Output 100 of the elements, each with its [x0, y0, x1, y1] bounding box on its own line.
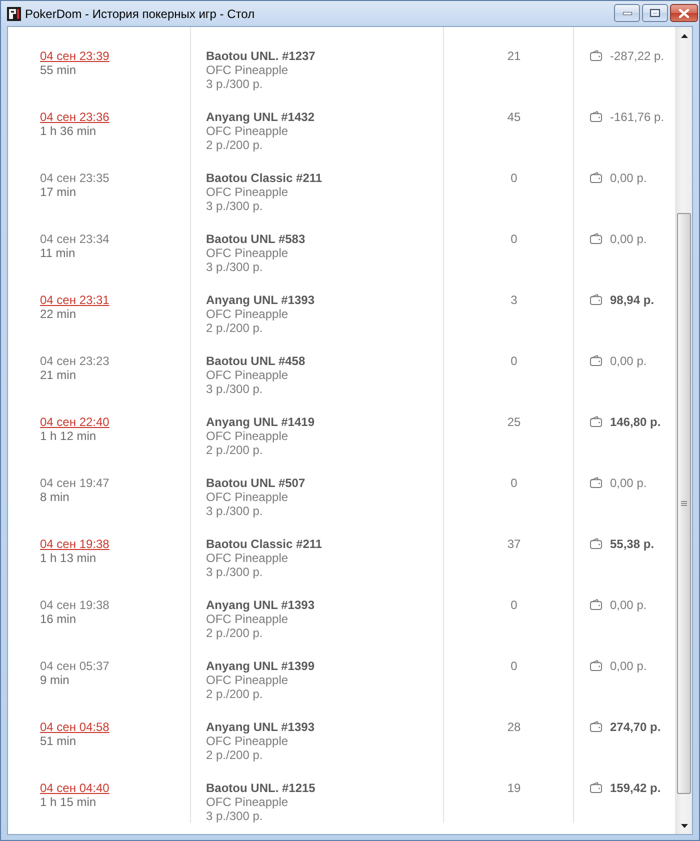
duration-text: 22 min	[40, 307, 76, 321]
wallet-icon	[590, 538, 602, 549]
wallet-icon	[590, 111, 602, 122]
wallet-icon	[590, 355, 602, 366]
hands-count: 0	[510, 598, 518, 612]
close-icon	[679, 8, 689, 18]
hands-count: 0	[510, 171, 518, 185]
table-name: Anyang UNL #1419	[206, 415, 314, 429]
game-type: OFC Pineapple	[206, 795, 288, 809]
game-type: OFC Pineapple	[206, 124, 288, 138]
close-button[interactable]	[670, 4, 698, 22]
stakes-text: 2 р./200 р.	[206, 748, 263, 762]
duration-text: 55 min	[40, 63, 76, 77]
result-amount: 0,00 р.	[610, 598, 647, 612]
maximize-button[interactable]	[642, 4, 668, 22]
hands-count: 28	[507, 720, 521, 734]
game-type: OFC Pineapple	[206, 734, 288, 748]
result-amount: 159,42 р.	[610, 781, 661, 795]
table-name: Baotou UNL #458	[206, 354, 306, 368]
table-name: Anyang UNL #1432	[206, 110, 314, 124]
date-link[interactable]: 04 сен 04:40	[40, 781, 110, 795]
game-type: OFC Pineapple	[206, 63, 288, 77]
date-link[interactable]: 04 сен 22:40	[40, 415, 110, 429]
up-arrow-icon	[680, 34, 688, 38]
table-name: Baotou Classic #211	[206, 537, 322, 551]
result-amount: 98,94 р.	[610, 293, 654, 307]
hands-count: 37	[507, 537, 521, 551]
minimize-button[interactable]	[614, 4, 640, 22]
game-type: OFC Pineapple	[206, 429, 288, 443]
stakes-text: 3 р./300 р.	[206, 199, 263, 213]
hands-count: 45	[507, 110, 521, 124]
result-amount: 274,70 р.	[610, 720, 661, 734]
result-amount: 0,00 р.	[610, 659, 647, 673]
hands-count: 0	[510, 232, 518, 246]
date-link[interactable]: 04 сен 04:58	[40, 720, 110, 734]
game-type: OFC Pineapple	[206, 185, 288, 199]
date-link[interactable]: 04 сен 19:38	[40, 537, 110, 551]
stakes-text: 3 р./300 р.	[206, 504, 263, 518]
date-link[interactable]: 04 сен 23:39	[40, 49, 110, 63]
scroll-thumb[interactable]	[677, 213, 691, 794]
hands-count: 21	[507, 49, 521, 63]
date-text: 04 сен 05:37	[40, 659, 110, 673]
scrollbar[interactable]	[675, 27, 692, 834]
table-name: Baotou Classic #211	[206, 171, 322, 185]
date-text: 04 сен 23:34	[40, 232, 110, 246]
game-type: OFC Pineapple	[206, 307, 288, 321]
table-name: Baotou UNL. #1215	[206, 781, 316, 795]
date-text: 04 сен 23:23	[40, 354, 110, 368]
wallet-icon	[590, 233, 602, 244]
date-text: 04 сен 23:35	[40, 171, 110, 185]
result-amount: 146,80 р.	[610, 415, 661, 429]
down-arrow-icon	[680, 824, 688, 828]
maximize-icon	[650, 9, 660, 17]
hands-count: 25	[507, 415, 521, 429]
duration-text: 9 min	[40, 673, 70, 687]
game-type: OFC Pineapple	[206, 673, 288, 687]
date-text: 04 сен 19:38	[40, 598, 110, 612]
stakes-text: 2 р./200 р.	[206, 626, 263, 640]
wallet-icon	[590, 660, 602, 671]
result-amount: -161,76 р.	[610, 110, 664, 124]
table-name: Baotou UNL #507	[206, 476, 306, 490]
game-type: OFC Pineapple	[206, 246, 288, 260]
stakes-text: 2 р./200 р.	[206, 138, 263, 152]
duration-text: 16 min	[40, 612, 76, 626]
result-amount: 0,00 р.	[610, 476, 647, 490]
stakes-text: 3 р./300 р.	[206, 565, 263, 579]
hands-count: 3	[510, 293, 518, 307]
window-title: PokerDom - История покерных игр - Стол	[25, 6, 255, 20]
hands-count: 19	[507, 781, 521, 795]
game-type: OFC Pineapple	[206, 490, 288, 504]
wallet-icon	[590, 782, 602, 793]
duration-text: 1 h 15 min	[40, 795, 96, 809]
duration-text: 1 h 36 min	[40, 124, 96, 138]
table-name: Baotou UNL #583	[206, 232, 306, 246]
hands-count: 0	[510, 476, 518, 490]
minimize-icon	[622, 12, 632, 14]
grip-icon	[681, 501, 687, 506]
wallet-icon	[590, 50, 602, 61]
stakes-text: 3 р./300 р.	[206, 382, 263, 396]
date-link[interactable]: 04 сен 23:31	[40, 293, 110, 307]
date-text: 04 сен 19:47	[40, 476, 110, 490]
table-name: Anyang UNL #1393	[206, 598, 314, 612]
stakes-text: 3 р./300 р.	[206, 77, 263, 91]
result-amount: 55,38 р.	[610, 537, 654, 551]
stakes-text: 2 р./200 р.	[206, 321, 263, 335]
result-amount: -287,22 р.	[610, 49, 664, 63]
wallet-icon	[590, 721, 602, 732]
result-amount: 0,00 р.	[610, 232, 647, 246]
game-type: OFC Pineapple	[206, 612, 288, 626]
hands-count: 0	[510, 354, 518, 368]
wallet-icon	[590, 477, 602, 488]
stakes-text: 2 р./200 р.	[206, 443, 263, 457]
table-name: Anyang UNL #1393	[206, 293, 314, 307]
stakes-text: 3 р./300 р.	[206, 260, 263, 274]
table-name: Anyang UNL #1399	[206, 659, 314, 673]
table-name: Anyang UNL #1393	[206, 720, 314, 734]
duration-text: 1 h 13 min	[40, 551, 96, 565]
wallet-icon	[590, 172, 602, 183]
duration-text: 11 min	[40, 246, 76, 260]
date-link[interactable]: 04 сен 23:36	[40, 110, 110, 124]
